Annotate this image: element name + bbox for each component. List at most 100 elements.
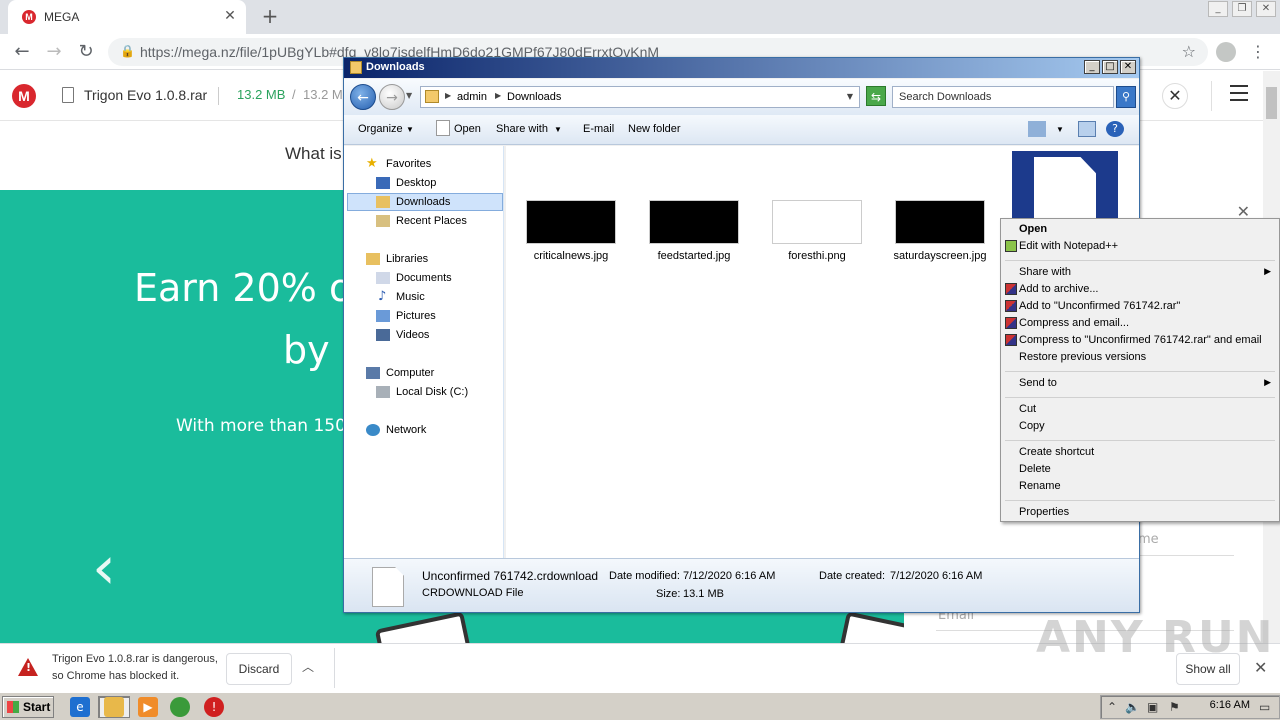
open-button[interactable]: Open <box>454 123 481 135</box>
menu-restore-versions[interactable]: Restore previous versions <box>1019 351 1146 363</box>
network-icon[interactable]: ▣ <box>1147 700 1158 714</box>
menu-open[interactable]: Open <box>1019 223 1047 235</box>
refresh-icon[interactable]: ⇆ <box>866 86 886 106</box>
detail-modified-label: Date modified: <box>609 570 680 582</box>
forward-arrow-icon[interactable]: → <box>379 84 405 110</box>
file-name-saturdayscreen[interactable]: saturdayscreen.jpg <box>880 250 1000 262</box>
discard-button[interactable]: Discard <box>226 653 292 685</box>
new-tab-button[interactable]: + <box>260 6 280 26</box>
windows-logo-icon <box>7 701 19 713</box>
bookmark-star-icon[interactable]: ☆ <box>1182 42 1196 61</box>
history-dropdown-icon[interactable]: ▼ <box>406 91 412 100</box>
close-window-button[interactable]: ✕ <box>1256 1 1276 17</box>
nav-pictures[interactable]: Pictures <box>396 310 436 322</box>
forward-arrow-icon[interactable]: → <box>44 42 64 62</box>
tab-mega[interactable]: M MEGA ✕ <box>8 0 246 34</box>
back-arrow-icon[interactable]: ← <box>350 84 376 110</box>
restore-button[interactable]: ❐ <box>1232 1 1252 17</box>
thumbnail-criticalnews[interactable] <box>526 200 616 244</box>
new-folder-button[interactable]: New folder <box>628 123 681 135</box>
menu-properties[interactable]: Properties <box>1019 506 1069 518</box>
stop-icon[interactable]: ! <box>204 697 224 717</box>
nav-favorites[interactable]: Favorites <box>386 158 431 170</box>
hamburger-menu-icon[interactable] <box>1230 85 1248 101</box>
nav-music[interactable]: Music <box>396 291 425 303</box>
file-name-foresthi[interactable]: foresthi.png <box>757 250 877 262</box>
menu-add-archive[interactable]: Add to archive... <box>1019 283 1099 295</box>
close-button[interactable]: ✕ <box>1120 60 1136 74</box>
ie-icon[interactable]: e <box>70 697 90 717</box>
menu-delete[interactable]: Delete <box>1019 463 1051 475</box>
chrome-menu-icon[interactable]: ⋮ <box>1250 42 1266 61</box>
chevron-right-icon[interactable]: ▶ <box>445 91 451 100</box>
menu-edit-notepad[interactable]: Edit with Notepad++ <box>1019 240 1118 252</box>
back-arrow-icon[interactable]: ← <box>12 42 32 62</box>
nav-downloads[interactable]: Downloads <box>396 196 450 208</box>
menu-compress-to-rar-email[interactable]: Compress to "Unconfirmed 761742.rar" and… <box>1019 334 1262 346</box>
chevron-up-icon[interactable]: ︿ <box>302 658 314 675</box>
minimize-button[interactable]: _ <box>1084 60 1100 74</box>
breadcrumb-downloads[interactable]: Downloads <box>507 91 561 103</box>
nav-desktop[interactable]: Desktop <box>396 177 436 189</box>
chevron-down-icon[interactable]: ▼ <box>406 125 414 134</box>
view-options-icon[interactable] <box>1028 121 1046 137</box>
maximize-button[interactable]: □ <box>1102 60 1118 74</box>
menu-copy[interactable]: Copy <box>1019 420 1045 432</box>
show-desktop-icon[interactable]: ▭ <box>1259 700 1270 714</box>
name-field[interactable]: me <box>1138 532 1159 547</box>
nav-libraries[interactable]: Libraries <box>386 253 428 265</box>
email-button[interactable]: E-mail <box>583 123 614 135</box>
menu-add-to-rar[interactable]: Add to "Unconfirmed 761742.rar" <box>1019 300 1180 312</box>
preview-pane-icon[interactable] <box>1078 121 1096 137</box>
chevron-right-icon[interactable]: ▶ <box>495 91 501 100</box>
chevron-down-icon[interactable]: ▼ <box>1056 125 1064 134</box>
clock[interactable]: 6:16 AM <box>1210 699 1250 711</box>
thumbnail-feedstarted[interactable] <box>649 200 739 244</box>
nav-network[interactable]: Network <box>386 424 426 436</box>
nav-computer[interactable]: Computer <box>386 367 434 379</box>
share-with-button[interactable]: Share with <box>496 123 548 135</box>
chrome-icon[interactable] <box>170 697 190 717</box>
menu-create-shortcut[interactable]: Create shortcut <box>1019 446 1094 458</box>
menu-cut[interactable]: Cut <box>1019 403 1036 415</box>
volume-icon[interactable]: 🔈 <box>1125 700 1140 714</box>
scrollbar-thumb[interactable] <box>1266 87 1277 119</box>
explorer-titlebar[interactable]: Downloads _ □ ✕ <box>344 58 1139 78</box>
thumbnail-foresthi[interactable] <box>772 200 862 244</box>
warning-mark: ! <box>26 661 32 674</box>
chevron-down-icon[interactable]: ▼ <box>554 125 562 134</box>
search-icon[interactable]: ⚲ <box>1116 86 1136 108</box>
media-player-icon[interactable]: ▶ <box>138 697 158 717</box>
mega-close-button[interactable]: ✕ <box>1162 83 1188 109</box>
file-name-feedstarted[interactable]: feedstarted.jpg <box>634 250 754 262</box>
tray-expand-icon[interactable]: ⌃ <box>1107 700 1117 714</box>
breadcrumb[interactable]: ▶ admin ▶ Downloads ▼ <box>420 86 860 108</box>
file-name-criticalnews[interactable]: criticalnews.jpg <box>511 250 631 262</box>
mega-logo-icon[interactable]: M <box>12 84 36 108</box>
start-button[interactable]: Start <box>2 696 54 718</box>
carousel-prev-icon[interactable]: ‹ <box>92 538 116 598</box>
organize-button[interactable]: Organize <box>358 123 403 135</box>
flag-icon[interactable]: ⚑ <box>1169 700 1180 714</box>
thumbnail-saturdayscreen[interactable] <box>895 200 985 244</box>
nav-recent-places[interactable]: Recent Places <box>396 215 467 227</box>
window-title: Downloads <box>366 61 425 73</box>
menu-send-to[interactable]: Send to <box>1019 377 1057 389</box>
network-icon <box>366 424 380 436</box>
breadcrumb-admin[interactable]: admin <box>457 91 487 103</box>
search-input[interactable]: Search Downloads <box>892 86 1114 108</box>
reload-icon[interactable]: ↻ <box>76 42 96 62</box>
chevron-down-icon[interactable]: ▼ <box>847 92 853 101</box>
nav-documents[interactable]: Documents <box>396 272 452 284</box>
menu-share-with[interactable]: Share with <box>1019 266 1071 278</box>
details-pane: Unconfirmed 761742.crdownload CRDOWNLOAD… <box>344 558 1139 612</box>
help-icon[interactable]: ? <box>1106 121 1124 137</box>
minimize-button[interactable]: _ <box>1208 1 1228 17</box>
nav-local-disk[interactable]: Local Disk (C:) <box>396 386 468 398</box>
divider <box>1005 440 1275 441</box>
tab-close-icon[interactable]: ✕ <box>222 8 238 24</box>
menu-rename[interactable]: Rename <box>1019 480 1061 492</box>
profile-avatar[interactable] <box>1216 42 1236 62</box>
menu-compress-email[interactable]: Compress and email... <box>1019 317 1129 329</box>
nav-videos[interactable]: Videos <box>396 329 429 341</box>
